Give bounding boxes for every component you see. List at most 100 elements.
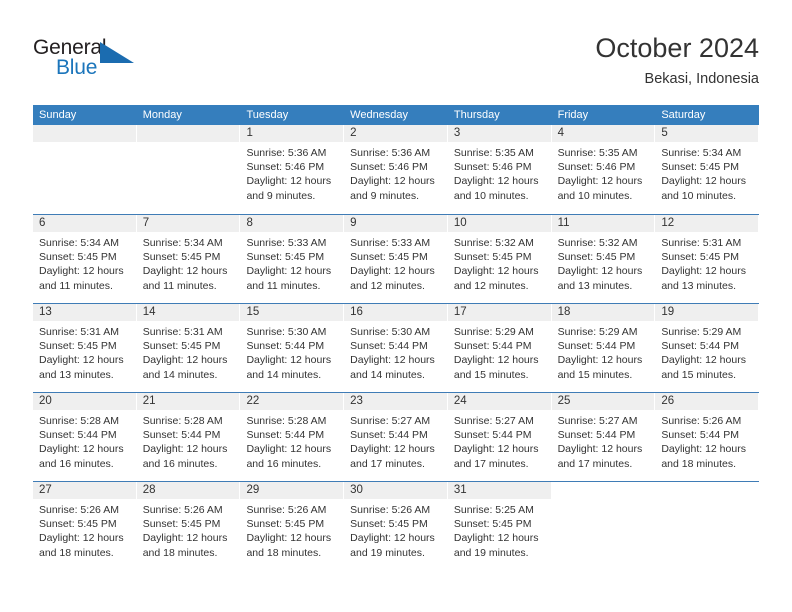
daylight-text-line2: and 13 minutes.	[39, 368, 114, 381]
daylight-text-line2: and 13 minutes.	[557, 279, 633, 292]
sunset-text: Sunset: 5:44 PM	[453, 429, 532, 442]
sunset-text: Sunset: 5:44 PM	[557, 340, 636, 353]
calendar-day-cell[interactable]: 9 Sunrise: 5:33 AM Sunset: 5:45 PM Daylight…	[344, 215, 448, 303]
sunrise-text: Sunrise: 5:30 AM	[246, 326, 327, 338]
day-number: 10	[447, 215, 551, 232]
sunset-text: Sunset: 5:45 PM	[39, 251, 117, 264]
calendar-day-cell[interactable]: 13 Sunrise: 5:31 AM Sunset: 5:45 PM Dayligh…	[33, 304, 137, 392]
weekday-header-row: Sunday Monday Tuesday Wednesday Thursday Frid…	[33, 105, 759, 125]
weekday-header-sunday: Sunday	[39, 109, 77, 121]
calendar-day-cell[interactable]: 10 Sunrise: 5:32 AM Sunset: 5:45 PM Dayligh…	[447, 215, 552, 303]
day-number	[136, 125, 240, 142]
sunset-text: Sunset: 5:45 PM	[246, 518, 325, 531]
sunrise-text: Sunrise: 5:25 AM	[453, 504, 534, 516]
calendar-day-cell[interactable]: 12 Sunrise: 5:31 AM Sunset: 5:45 PM Dayligh…	[655, 215, 760, 303]
calendar-day-cell[interactable]: 17 Sunrise: 5:29 AM Sunset: 5:44 PM Dayligh…	[447, 304, 552, 392]
calendar-day-cell[interactable]: 19 Sunrise: 5:29 AM Sunset: 5:44 PM Dayligh…	[655, 304, 760, 392]
calendar-day-cell[interactable]: 6 Sunrise: 5:34 AM Sunset: 5:45 PM Daylight…	[33, 215, 137, 303]
calendar-day-cell[interactable]: 14 Sunrise: 5:31 AM Sunset: 5:45 PM Dayligh…	[136, 304, 241, 392]
calendar-day-cell[interactable]: 21 Sunrise: 5:28 AM Sunset: 5:44 PM Dayligh…	[136, 393, 241, 481]
sunrise-text: Sunrise: 5:27 AM	[557, 415, 638, 427]
calendar-day-cell[interactable]: 3 Sunrise: 5:35 AM Sunset: 5:46 PM Daylight…	[447, 125, 552, 214]
day-details: Sunrise: 5:35 AM Sunset: 5:46 PM Daylight:…	[552, 142, 655, 203]
weekday-header-monday: Monday	[142, 109, 182, 121]
sunset-text: Sunset: 5:45 PM	[453, 251, 532, 264]
calendar-day-cell[interactable]: 22 Sunrise: 5:28 AM Sunset: 5:44 PM Dayligh…	[240, 393, 345, 481]
daylight-text-line1: Daylight: 12 hours	[661, 354, 746, 367]
sunset-text: Sunset: 5:45 PM	[142, 340, 221, 353]
calendar-day-cell[interactable]: 29 Sunrise: 5:26 AM Sunset: 5:45 PM Dayligh…	[240, 482, 345, 570]
sunrise-text: Sunrise: 5:28 AM	[39, 415, 119, 427]
day-number: 23	[344, 393, 447, 410]
calendar-page: General Blue October 2024 Bekasi, Indone…	[0, 0, 792, 612]
sunset-text: Sunset: 5:45 PM	[350, 251, 428, 264]
day-number: 18	[551, 304, 655, 321]
day-details: Sunrise: 5:34 AM Sunset: 5:45 PM Daylight:…	[137, 232, 240, 293]
triangle-icon	[100, 42, 134, 63]
sunrise-text: Sunrise: 5:29 AM	[453, 326, 534, 338]
sunset-text: Sunset: 5:46 PM	[453, 161, 532, 174]
sunset-text: Sunset: 5:45 PM	[39, 340, 117, 353]
calendar-day-cell[interactable]: 2 Sunrise: 5:36 AM Sunset: 5:46 PM Daylight…	[344, 125, 448, 214]
sunrise-text: Sunrise: 5:31 AM	[39, 326, 119, 338]
daylight-text-line1: Daylight: 12 hours	[350, 532, 435, 545]
calendar-day-cell[interactable]: 31 Sunrise: 5:25 AM Sunset: 5:45 PM Dayligh…	[447, 482, 552, 570]
day-number: 29	[240, 482, 344, 499]
day-number: 5	[655, 125, 759, 142]
daylight-text-line2: and 10 minutes.	[453, 189, 529, 202]
calendar-weeks: 1 Sunrise: 5:36 AM Sunset: 5:46 PM Daylight…	[33, 125, 760, 570]
daylight-text-line2: and 14 minutes.	[350, 368, 425, 381]
day-details: Sunrise: 5:26 AM Sunset: 5:44 PM Daylight:…	[655, 410, 758, 471]
daylight-text-line2: and 18 minutes.	[39, 546, 114, 559]
generalblue-logo[interactable]: General Blue	[33, 36, 153, 82]
sunset-text: Sunset: 5:44 PM	[661, 340, 739, 353]
weekday-header-tuesday: Tuesday	[246, 109, 289, 121]
calendar-day-cell[interactable]: 18 Sunrise: 5:29 AM Sunset: 5:44 PM Dayligh…	[551, 304, 656, 392]
daylight-text-line2: and 19 minutes.	[350, 546, 425, 559]
sunset-text: Sunset: 5:44 PM	[246, 340, 325, 353]
calendar-day-cell[interactable]: 26 Sunrise: 5:26 AM Sunset: 5:44 PM Dayligh…	[655, 393, 760, 481]
day-details: Sunrise: 5:34 AM Sunset: 5:45 PM Daylight:…	[655, 142, 758, 203]
calendar-day-cell[interactable]: 4 Sunrise: 5:35 AM Sunset: 5:46 PM Daylight…	[551, 125, 656, 214]
day-details: Sunrise: 5:26 AM Sunset: 5:45 PM Daylight:…	[137, 499, 240, 560]
daylight-text-line1: Daylight: 12 hours	[557, 175, 643, 188]
calendar-day-cell[interactable]: 1 Sunrise: 5:36 AM Sunset: 5:46 PM Daylight…	[240, 125, 345, 214]
day-number: 15	[240, 304, 344, 321]
day-details: Sunrise: 5:28 AM Sunset: 5:44 PM Daylight:…	[33, 410, 136, 471]
daylight-text-line1: Daylight: 12 hours	[557, 443, 643, 456]
calendar-day-cell[interactable]: 16 Sunrise: 5:30 AM Sunset: 5:44 PM Dayligh…	[344, 304, 448, 392]
calendar-day-cell[interactable]: 8 Sunrise: 5:33 AM Sunset: 5:45 PM Daylight…	[240, 215, 345, 303]
calendar-day-cell[interactable]: 7 Sunrise: 5:34 AM Sunset: 5:45 PM Daylight…	[136, 215, 241, 303]
calendar-grid: Sunday Monday Tuesday Wednesday Thursday Frid…	[33, 105, 760, 570]
calendar-day-cell[interactable]: 11 Sunrise: 5:32 AM Sunset: 5:45 PM Dayligh…	[551, 215, 656, 303]
day-number: 30	[344, 482, 447, 499]
sunset-text: Sunset: 5:44 PM	[557, 429, 636, 442]
calendar-day-cell[interactable]: 15 Sunrise: 5:30 AM Sunset: 5:44 PM Dayligh…	[240, 304, 345, 392]
calendar-day-cell[interactable]: 20 Sunrise: 5:28 AM Sunset: 5:44 PM Dayligh…	[33, 393, 137, 481]
calendar-day-cell[interactable]: 28 Sunrise: 5:26 AM Sunset: 5:45 PM Dayligh…	[136, 482, 241, 570]
sunrise-text: Sunrise: 5:32 AM	[557, 237, 638, 249]
calendar-empty-cell	[655, 482, 760, 570]
daylight-text-line1: Daylight: 12 hours	[453, 532, 539, 545]
day-number: 16	[344, 304, 447, 321]
calendar-day-cell[interactable]: 27 Sunrise: 5:26 AM Sunset: 5:45 PM Dayligh…	[33, 482, 137, 570]
sunrise-text: Sunrise: 5:36 AM	[350, 147, 431, 159]
daylight-text-line2: and 18 minutes.	[246, 546, 322, 559]
calendar-day-cell[interactable]: 30 Sunrise: 5:26 AM Sunset: 5:45 PM Dayligh…	[344, 482, 448, 570]
daylight-text-line2: and 19 minutes.	[453, 546, 529, 559]
calendar-day-cell[interactable]: 24 Sunrise: 5:27 AM Sunset: 5:44 PM Dayligh…	[447, 393, 552, 481]
day-details: Sunrise: 5:26 AM Sunset: 5:45 PM Daylight:…	[344, 499, 447, 560]
calendar-day-cell[interactable]: 25 Sunrise: 5:27 AM Sunset: 5:44 PM Dayligh…	[551, 393, 656, 481]
sunrise-text: Sunrise: 5:26 AM	[350, 504, 431, 516]
calendar-day-cell[interactable]: 5 Sunrise: 5:34 AM Sunset: 5:45 PM Daylight…	[655, 125, 760, 214]
daylight-text-line1: Daylight: 12 hours	[661, 175, 746, 188]
day-number: 13	[33, 304, 136, 321]
calendar-day-cell[interactable]: 23 Sunrise: 5:27 AM Sunset: 5:44 PM Dayligh…	[344, 393, 448, 481]
daylight-text-line2: and 16 minutes.	[246, 457, 322, 470]
day-details: Sunrise: 5:28 AM Sunset: 5:44 PM Daylight:…	[240, 410, 343, 471]
sunset-text: Sunset: 5:45 PM	[350, 518, 428, 531]
calendar-empty-cell	[33, 125, 137, 214]
weekday-header-saturday: Saturday	[661, 109, 706, 121]
daylight-text-line1: Daylight: 12 hours	[142, 532, 228, 545]
daylight-text-line2: and 9 minutes.	[350, 189, 420, 202]
